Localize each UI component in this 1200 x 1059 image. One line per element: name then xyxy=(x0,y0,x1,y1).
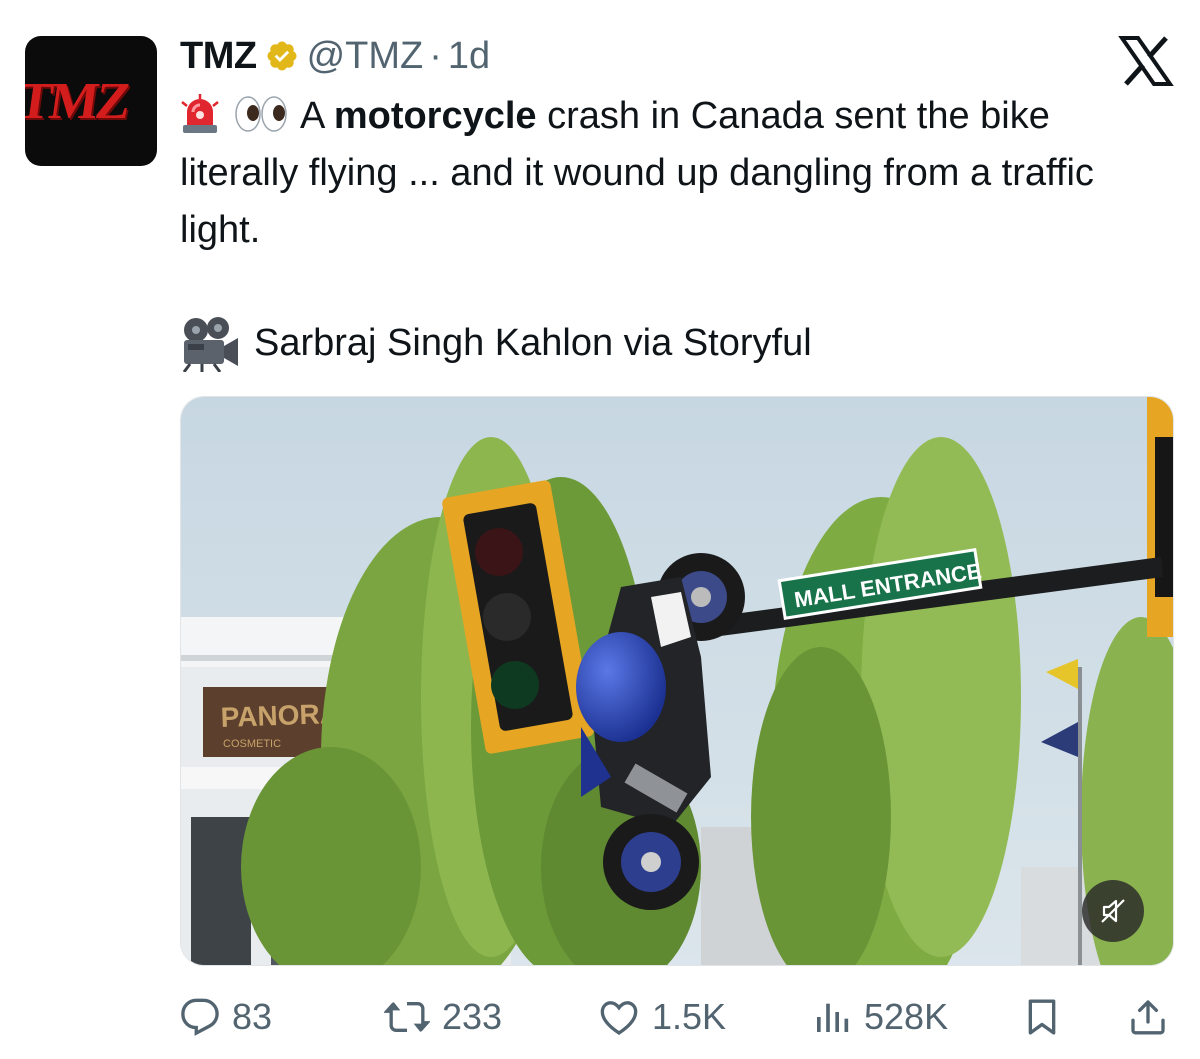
like-button[interactable]: 1.5K xyxy=(598,996,726,1038)
handle[interactable]: @TMZ xyxy=(307,35,424,78)
reply-count: 83 xyxy=(232,996,273,1037)
tweet-text: A motorcycle crash in Canada sent the bi… xyxy=(180,88,1140,259)
repost-count: 233 xyxy=(442,996,503,1037)
timestamp[interactable]: 1d xyxy=(448,35,490,78)
siren-emoji-icon xyxy=(181,94,219,133)
avatar-logo: TMZ xyxy=(25,72,132,130)
video-player[interactable]: PANORAMA COSMETIC MALL ENTRANCE xyxy=(180,396,1174,966)
share-icon xyxy=(1131,1000,1165,1035)
mute-icon xyxy=(1101,899,1125,923)
separator-dot: · xyxy=(429,34,442,77)
svg-text:COSMETIC: COSMETIC xyxy=(223,738,281,750)
views-button[interactable]: 528K xyxy=(812,996,948,1038)
eyes-emoji-icon xyxy=(235,96,287,132)
tweet-header: TMZ @TMZ · 1d xyxy=(180,34,490,78)
views-icon xyxy=(817,1003,849,1032)
like-icon xyxy=(600,1001,638,1036)
repost-button[interactable]: 233 xyxy=(384,996,502,1038)
media-credit: Sarbraj Singh Kahlon via Storyful xyxy=(180,314,812,372)
reply-icon xyxy=(181,998,219,1036)
views-count: 528K xyxy=(864,996,949,1037)
verified-badge-icon xyxy=(267,41,297,71)
credit-text: Sarbraj Singh Kahlon via Storyful xyxy=(254,321,812,364)
display-name[interactable]: TMZ xyxy=(180,35,257,78)
like-count: 1.5K xyxy=(652,996,727,1037)
x-logo xyxy=(1118,36,1174,86)
bookmark-icon xyxy=(1028,999,1056,1035)
camera-icon xyxy=(182,317,238,372)
bookmark-button[interactable] xyxy=(1022,996,1062,1038)
reply-button[interactable]: 83 xyxy=(180,996,272,1038)
video-frame: PANORAMA COSMETIC MALL ENTRANCE xyxy=(181,397,1173,965)
avatar[interactable]: TMZ xyxy=(25,36,157,166)
repost-icon xyxy=(384,1002,430,1032)
mute-button[interactable] xyxy=(1082,880,1144,942)
tweet-text-before: A xyxy=(300,95,334,137)
share-button[interactable] xyxy=(1128,996,1168,1038)
action-bar: 83 233 1.5K 528K xyxy=(0,990,1200,1046)
tweet-text-bold: motorcycle xyxy=(333,95,537,137)
